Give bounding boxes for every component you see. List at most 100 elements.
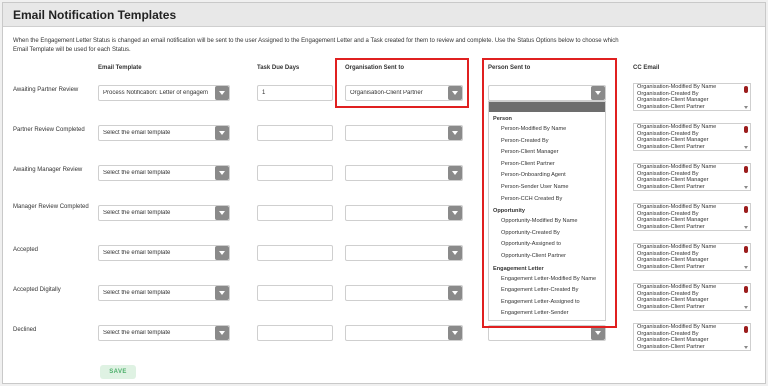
cc-email-option[interactable]: Organisation-Modified By Name <box>634 244 750 251</box>
save-button[interactable]: SAVE <box>100 365 136 379</box>
cc-email-option[interactable]: Organisation-Created By <box>634 211 750 218</box>
scroll-down-icon[interactable] <box>744 106 748 109</box>
dropdown-option[interactable]: Person-Onboarding Agent <box>489 172 605 178</box>
cc-email-option[interactable]: Organisation-Created By <box>634 91 750 98</box>
cc-email-option[interactable]: Organisation-Created By <box>634 171 750 178</box>
cc-email-option[interactable]: Organisation-Client Partner <box>634 264 750 270</box>
chevron-down-icon[interactable] <box>448 166 462 180</box>
scrollbar-thumb[interactable] <box>744 86 748 93</box>
cc-email-multiselect[interactable]: Organisation-Modified By Name Organisatio… <box>633 323 751 351</box>
cc-email-option[interactable]: Organisation-Client Partner <box>634 224 750 230</box>
cc-email-option[interactable]: Organisation-Modified By Name <box>634 164 750 171</box>
cc-email-multiselect[interactable]: Organisation-Modified By Name Organisatio… <box>633 203 751 231</box>
dropdown-option[interactable]: Opportunity-Created By <box>489 230 605 236</box>
email-template-select[interactable]: Process Notification: Letter of engagem <box>98 85 230 101</box>
cc-email-multiselect[interactable]: Organisation-Modified By Name Organisatio… <box>633 83 751 111</box>
scroll-down-icon[interactable] <box>744 226 748 229</box>
dropdown-option[interactable]: Opportunity-Client Partner <box>489 253 605 259</box>
cc-email-option[interactable]: Organisation-Modified By Name <box>634 204 750 211</box>
email-template-select[interactable]: Select the email template <box>98 125 230 141</box>
cc-email-option[interactable]: Organisation-Client Manager <box>634 297 750 304</box>
chevron-down-icon[interactable] <box>215 166 229 180</box>
dropdown-option[interactable]: Engagement Letter-Sender <box>489 310 605 316</box>
scrollbar-thumb[interactable] <box>744 206 748 213</box>
cc-email-multiselect[interactable]: Organisation-Modified By Name Organisatio… <box>633 283 751 311</box>
cc-email-option[interactable]: Organisation-Client Manager <box>634 177 750 184</box>
scroll-down-icon[interactable] <box>744 346 748 349</box>
dropdown-option[interactable]: Opportunity-Assigned to <box>489 241 605 247</box>
task-due-days-input[interactable] <box>257 325 333 341</box>
scroll-down-icon[interactable] <box>744 146 748 149</box>
chevron-down-icon[interactable] <box>215 286 229 300</box>
scrollbar-thumb[interactable] <box>744 246 748 253</box>
chevron-down-icon[interactable] <box>215 246 229 260</box>
cc-email-option[interactable]: Organisation-Client Manager <box>634 337 750 344</box>
chevron-down-icon[interactable] <box>215 126 229 140</box>
organisation-sent-to-select[interactable] <box>345 285 463 301</box>
task-due-days-input[interactable]: 1 <box>257 85 333 101</box>
email-template-select[interactable]: Select the email template <box>98 245 230 261</box>
task-due-days-input[interactable] <box>257 245 333 261</box>
dropdown-option[interactable]: Person-Client Manager <box>489 149 605 155</box>
dropdown-option[interactable]: Person-Modified By Name <box>489 126 605 132</box>
organisation-sent-to-select[interactable] <box>345 165 463 181</box>
cc-email-option[interactable]: Organisation-Client Partner <box>634 304 750 310</box>
chevron-down-icon[interactable] <box>448 126 462 140</box>
task-due-days-input[interactable] <box>257 205 333 221</box>
email-template-select[interactable]: Select the email template <box>98 165 230 181</box>
cc-email-multiselect[interactable]: Organisation-Modified By Name Organisatio… <box>633 243 751 271</box>
task-due-days-input[interactable] <box>257 285 333 301</box>
dropdown-highlighted-option[interactable] <box>489 102 605 112</box>
cc-email-option[interactable]: Organisation-Modified By Name <box>634 284 750 291</box>
dropdown-option[interactable]: Engagement Letter-Assigned to <box>489 299 605 305</box>
dropdown-option[interactable]: Opportunity-Modified By Name <box>489 218 605 224</box>
dropdown-option[interactable]: Person-Client Partner <box>489 161 605 167</box>
cc-email-option[interactable]: Organisation-Client Manager <box>634 97 750 104</box>
cc-email-option[interactable]: Organisation-Client Manager <box>634 257 750 264</box>
cc-email-option[interactable]: Organisation-Created By <box>634 291 750 298</box>
cc-email-option[interactable]: Organisation-Client Manager <box>634 217 750 224</box>
cc-email-option[interactable]: Organisation-Client Partner <box>634 184 750 190</box>
chevron-down-icon[interactable] <box>448 206 462 220</box>
email-template-select[interactable]: Select the email template <box>98 325 230 341</box>
cc-email-option[interactable]: Organisation-Client Partner <box>634 104 750 110</box>
dropdown-option[interactable]: Person-Sender User Name <box>489 184 605 190</box>
scrollbar-thumb[interactable] <box>744 286 748 293</box>
chevron-down-icon[interactable] <box>215 86 229 100</box>
chevron-down-icon[interactable] <box>448 286 462 300</box>
scrollbar-thumb[interactable] <box>744 126 748 133</box>
cc-email-multiselect[interactable]: Organisation-Modified By Name Organisatio… <box>633 163 751 191</box>
organisation-sent-to-select[interactable] <box>345 245 463 261</box>
dropdown-option[interactable]: Person-CCH Created By <box>489 196 605 202</box>
chevron-down-icon[interactable] <box>448 326 462 340</box>
scrollbar-thumb[interactable] <box>744 166 748 173</box>
scroll-down-icon[interactable] <box>744 266 748 269</box>
email-template-select[interactable]: Select the email template <box>98 285 230 301</box>
scroll-down-icon[interactable] <box>744 186 748 189</box>
cc-email-option[interactable]: Organisation-Created By <box>634 331 750 338</box>
task-due-days-input[interactable] <box>257 165 333 181</box>
cc-email-option[interactable]: Organisation-Client Manager <box>634 137 750 144</box>
cc-email-option[interactable]: Organisation-Created By <box>634 131 750 138</box>
organisation-sent-to-select[interactable] <box>345 125 463 141</box>
cc-email-option[interactable]: Organisation-Modified By Name <box>634 124 750 131</box>
dropdown-option[interactable]: Person-Created By <box>489 138 605 144</box>
cc-email-option[interactable]: Organisation-Client Partner <box>634 144 750 150</box>
cc-email-option[interactable]: Organisation-Modified By Name <box>634 84 750 91</box>
dropdown-option[interactable]: Engagement Letter-Modified By Name <box>489 276 605 282</box>
task-due-days-input[interactable] <box>257 125 333 141</box>
dropdown-option[interactable]: Engagement Letter-Created By <box>489 287 605 293</box>
cc-email-option[interactable]: Organisation-Client Partner <box>634 344 750 350</box>
chevron-down-icon[interactable] <box>448 246 462 260</box>
cc-email-option[interactable]: Organisation-Created By <box>634 251 750 258</box>
cc-email-option[interactable]: Organisation-Modified By Name <box>634 324 750 331</box>
scrollbar-thumb[interactable] <box>744 326 748 333</box>
chevron-down-icon[interactable] <box>215 206 229 220</box>
cc-email-multiselect[interactable]: Organisation-Modified By Name Organisatio… <box>633 123 751 151</box>
chevron-down-icon[interactable] <box>591 326 605 340</box>
email-template-select[interactable]: Select the email template <box>98 205 230 221</box>
scroll-down-icon[interactable] <box>744 306 748 309</box>
organisation-sent-to-select[interactable] <box>345 325 463 341</box>
chevron-down-icon[interactable] <box>215 326 229 340</box>
organisation-sent-to-select[interactable] <box>345 205 463 221</box>
